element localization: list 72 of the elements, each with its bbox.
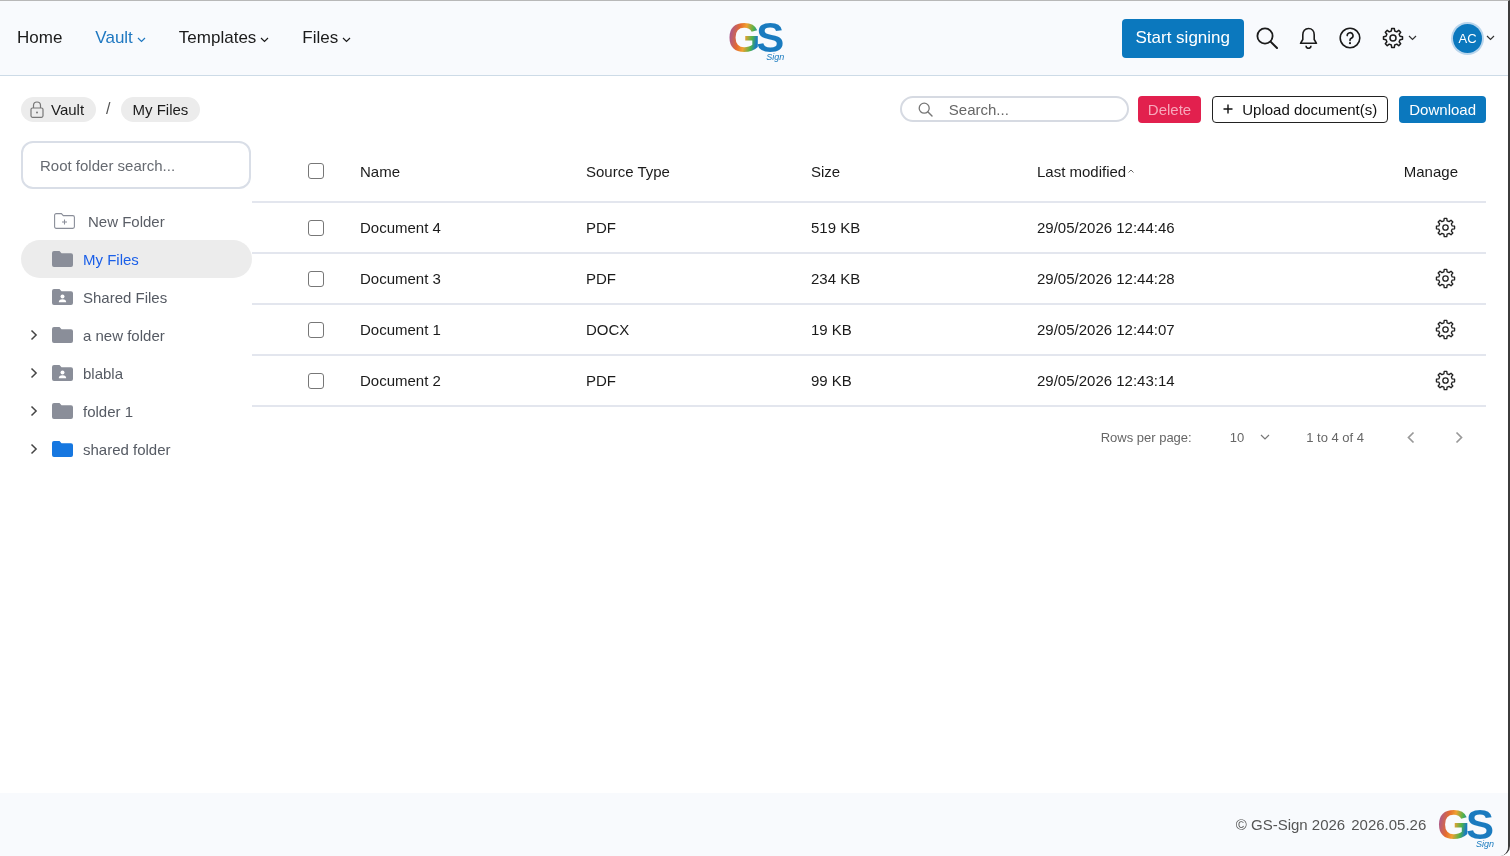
settings-icon[interactable]: [1435, 217, 1456, 238]
rows-per-page-label: Rows per page:: [1100, 429, 1192, 445]
search-icon[interactable]: [1256, 27, 1278, 49]
logo-caption: Sign: [1476, 839, 1494, 849]
folder-item[interactable]: a new folder: [21, 316, 252, 354]
breadcrumb-link[interactable]: Vault: [21, 96, 97, 122]
chevron-right-icon[interactable]: [30, 405, 38, 417]
row-checkbox[interactable]: [308, 321, 324, 338]
table-cell: PDF: [586, 219, 616, 236]
chevron-right-icon[interactable]: [30, 367, 38, 379]
download-button[interactable]: Download: [1399, 95, 1486, 123]
folder-item[interactable]: blabla: [21, 354, 252, 392]
page-range-text: 1 to 4 of 4: [1306, 429, 1364, 445]
table-cell: 29/05/2026 12:44:28: [1037, 270, 1175, 287]
select-all-checkbox[interactable]: [308, 163, 324, 179]
table-cell: PDF: [586, 372, 616, 389]
folder-search-field[interactable]: Root folder search...: [21, 141, 251, 189]
folder-item[interactable]: shared folder: [21, 430, 252, 468]
upload-button[interactable]: Upload document(s): [1212, 95, 1389, 123]
table-cell: 519 KB: [811, 219, 861, 236]
table-cell: 99 KB: [811, 372, 852, 389]
new-folder-button[interactable]: New Folder: [21, 202, 252, 240]
column-header[interactable]: Source Type: [586, 162, 670, 180]
chevron-right-icon[interactable]: [30, 329, 38, 341]
chevron-right-icon[interactable]: [30, 443, 38, 455]
folder-item[interactable]: folder 1: [21, 392, 252, 430]
folder-item[interactable]: My Files: [21, 240, 252, 278]
folder-plus-icon: [54, 213, 75, 229]
folder-item[interactable]: Shared Files: [21, 278, 252, 316]
breadcrumb-link[interactable]: My Files: [120, 96, 201, 122]
table-cell: 29/05/2026 12:44:07: [1037, 321, 1175, 338]
caret-icon[interactable]: [1408, 35, 1417, 41]
table-cell: 29/05/2026 12:44:46: [1037, 219, 1175, 236]
logo-caption: Sign: [766, 53, 785, 62]
nav-link[interactable]: Home: [17, 26, 63, 50]
chevron-left-icon[interactable]: [1406, 430, 1415, 444]
user-avatar[interactable]: AC: [1453, 23, 1482, 53]
table-cell: Document 1: [360, 321, 441, 338]
settings-icon[interactable]: [1435, 268, 1456, 289]
breadcrumb-separator: /: [106, 100, 111, 118]
search-field[interactable]: Search...: [899, 96, 1129, 122]
bell-icon[interactable]: [1299, 27, 1318, 49]
settings-icon[interactable]: [1382, 27, 1404, 49]
row-checkbox[interactable]: [308, 219, 324, 236]
settings-icon[interactable]: [1435, 370, 1456, 391]
table-cell: 19 KB: [811, 321, 852, 338]
plus-icon: [1223, 104, 1234, 114]
version-text: 2026.05.26: [1351, 816, 1427, 833]
caret-icon: [1260, 434, 1271, 440]
start-signing-button[interactable]: Start signing: [1121, 18, 1244, 58]
table-cell: 234 KB: [811, 270, 861, 287]
column-header[interactable]: Name: [360, 162, 400, 180]
table-cell: Document 3: [360, 270, 441, 287]
table-cell: Document 2: [360, 372, 441, 389]
table-cell: 29/05/2026 12:43:14: [1037, 372, 1175, 389]
nav-link[interactable]: Vault: [95, 26, 146, 50]
column-header[interactable]: Size: [811, 162, 841, 180]
search-icon: [917, 102, 933, 117]
column-header[interactable]: Last modified: [1037, 162, 1135, 180]
rows-per-page-select[interactable]: 10: [1229, 429, 1271, 445]
table-cell: DOCX: [586, 321, 630, 338]
row-checkbox[interactable]: [308, 270, 324, 287]
nav-link[interactable]: Files: [302, 26, 352, 50]
column-header[interactable]: Manage: [1403, 162, 1458, 180]
copyright-text: © GS-Sign 2026: [1235, 816, 1346, 833]
settings-icon[interactable]: [1435, 319, 1456, 340]
table-cell: PDF: [586, 270, 616, 287]
help-icon[interactable]: [1339, 27, 1361, 49]
table-cell: Document 4: [360, 219, 441, 236]
nav-link[interactable]: Templates: [178, 26, 270, 50]
caret-icon[interactable]: [1486, 35, 1495, 41]
row-checkbox[interactable]: [308, 372, 324, 389]
